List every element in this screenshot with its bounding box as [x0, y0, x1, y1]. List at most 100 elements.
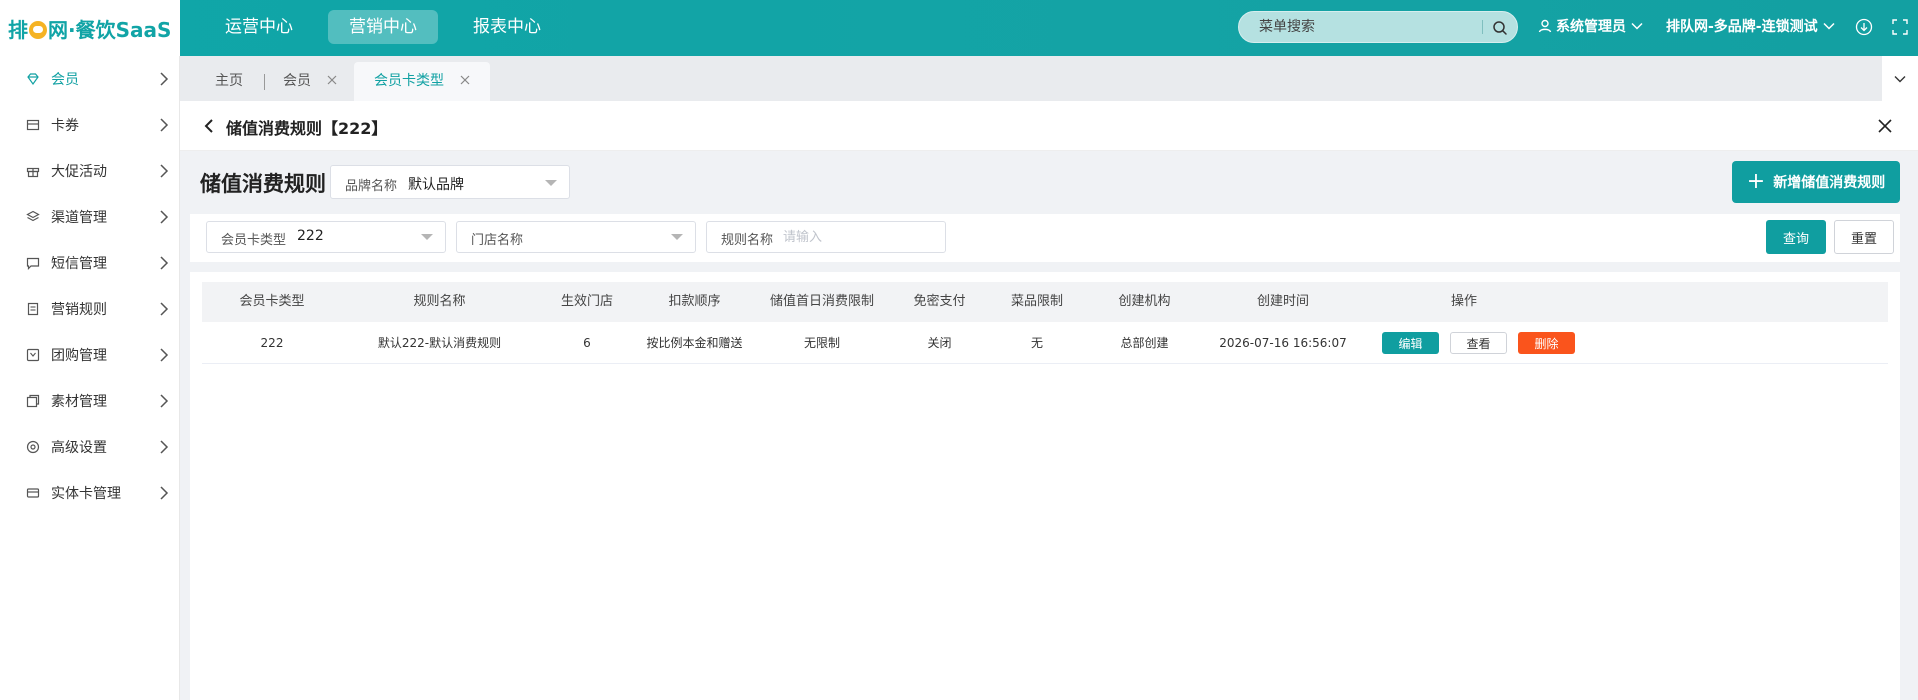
top-nav: 运营中心 营销中心 报表中心 — [204, 10, 562, 44]
tab-home[interactable]: 主页 — [215, 62, 243, 101]
search-icon[interactable] — [1492, 20, 1508, 36]
sidebar-item-advanced-settings[interactable]: 高级设置 — [0, 424, 180, 470]
user-menu[interactable]: 系统管理员 — [1538, 16, 1647, 36]
cell-rule-name: 默认222-默认消费规则 — [377, 336, 502, 350]
add-rule-label: 新增储值消费规则 — [1773, 175, 1886, 191]
user-icon — [1538, 19, 1552, 33]
org-menu[interactable]: 排队网-多品牌-连锁测试 — [1666, 16, 1835, 36]
sidebar-item-label: 团购管理 — [51, 348, 107, 364]
view-button[interactable]: 查看 — [1450, 332, 1507, 354]
sidebar-item-material[interactable]: 素材管理 — [0, 378, 180, 424]
card-type-value: 222 — [297, 228, 324, 244]
caret-down-icon — [671, 234, 683, 240]
rule-name-label: 规则名称 — [721, 233, 774, 248]
chevron-right-icon — [160, 210, 169, 224]
gift-icon — [26, 167, 40, 178]
sidebar-item-group-buy[interactable]: 团购管理 — [0, 332, 180, 378]
chevron-down-icon — [1631, 22, 1643, 30]
sidebar-item-label: 实体卡管理 — [51, 486, 121, 502]
download-icon[interactable] — [1855, 18, 1873, 36]
table-header: 会员卡类型 规则名称 生效门店 扣款顺序 储值首日消费限制 免密支付 菜品限制 … — [202, 282, 1888, 322]
query-button[interactable]: 查询 — [1766, 220, 1826, 254]
column-header: 生效门店 — [560, 294, 613, 309]
store-select[interactable]: 门店名称 — [456, 221, 696, 253]
sidebar-item-label: 高级设置 — [51, 440, 107, 456]
column-header: 菜品限制 — [1010, 294, 1063, 309]
sidebar-item-physical-card[interactable]: 实体卡管理 — [0, 470, 180, 516]
fullscreen-icon[interactable] — [1891, 18, 1909, 36]
chevron-down-icon — [1894, 75, 1906, 82]
brand-value: 默认品牌 — [408, 177, 464, 193]
menu-search — [1238, 11, 1518, 43]
cell-creator: 总部创建 — [1120, 336, 1169, 350]
tab-member-card-type[interactable]: 会员卡类型 — [354, 62, 491, 101]
cell-first-day-limit: 无限制 — [803, 336, 840, 350]
close-icon[interactable] — [460, 75, 470, 85]
close-icon[interactable] — [1878, 119, 1892, 133]
tab-bar: 主页 会员 会员卡类型 — [180, 56, 1918, 101]
chevron-right-icon — [160, 394, 169, 408]
top-nav-marketing[interactable]: 营销中心 — [328, 10, 438, 44]
user-name: 系统管理员 — [1556, 19, 1626, 35]
chevron-right-icon — [160, 256, 169, 270]
chevron-right-icon — [160, 302, 169, 316]
section-title: 储值消费规则 — [200, 172, 326, 196]
sidebar: 会员 卡券 大促活动 渠道管理 短信管理 营销规则 团购管理 素材管理 高级设置 — [0, 56, 180, 700]
sidebar-item-coupon[interactable]: 卡券 — [0, 102, 180, 148]
sidebar-item-label: 素材管理 — [51, 394, 107, 410]
chevron-right-icon — [160, 486, 169, 500]
brand-label: 品牌名称 — [345, 179, 398, 194]
sidebar-item-label: 会员 — [51, 72, 79, 88]
sidebar-item-label: 卡券 — [51, 118, 79, 134]
cell-stores: 6 — [583, 336, 591, 350]
delete-button[interactable]: 删除 — [1518, 332, 1575, 354]
sidebar-item-member[interactable]: 会员 — [0, 56, 180, 102]
chevron-right-icon — [160, 348, 169, 362]
document-icon — [27, 302, 39, 316]
column-header: 储值首日消费限制 — [769, 294, 874, 309]
tab-label: 会员卡类型 — [374, 73, 444, 89]
logo[interactable]: 排网·餐饮SaaS — [0, 0, 180, 56]
chevron-right-icon — [160, 164, 169, 178]
column-header: 创建时间 — [1256, 294, 1309, 309]
reset-button[interactable]: 重置 — [1834, 220, 1894, 254]
layers-icon — [26, 210, 40, 222]
tab-label: 会员 — [283, 73, 311, 89]
top-nav-operations[interactable]: 运营中心 — [204, 10, 314, 44]
cell-dish-limit: 无 — [1030, 336, 1043, 350]
page-title: 储值消费规则【222】 — [226, 119, 388, 138]
brand-select[interactable]: 品牌名称 默认品牌 — [330, 165, 570, 199]
coupon-icon — [26, 119, 40, 131]
search-divider — [1482, 20, 1483, 34]
tab-member[interactable]: 会员 — [283, 62, 337, 101]
sidebar-item-promotion[interactable]: 大促活动 — [0, 148, 180, 194]
add-rule-button[interactable]: + 新增储值消费规则 — [1732, 161, 1900, 203]
org-name: 排队网-多品牌-连锁测试 — [1666, 19, 1818, 35]
caret-down-icon — [421, 234, 433, 240]
sidebar-item-channel[interactable]: 渠道管理 — [0, 194, 180, 240]
card-icon — [26, 488, 40, 498]
column-header: 规则名称 — [413, 294, 466, 309]
column-header: 免密支付 — [913, 294, 966, 309]
back-arrow-icon[interactable] — [204, 119, 214, 133]
filter-panel: 会员卡类型 222 门店名称 规则名称 — [190, 214, 1900, 262]
card-type-select[interactable]: 会员卡类型 222 — [206, 221, 446, 253]
table-row: 222 默认222-默认消费规则 6 按比例本金和赠送 无限制 关闭 无 总部创… — [202, 322, 1888, 364]
page-header: 储值消费规则【222】 — [180, 101, 1918, 151]
plus-icon: + — [1746, 169, 1766, 194]
card-type-label: 会员卡类型 — [221, 233, 287, 248]
top-nav-reports[interactable]: 报表中心 — [452, 10, 562, 44]
chevron-right-icon — [160, 118, 169, 132]
cell-password-free: 关闭 — [927, 336, 952, 350]
sidebar-item-label: 大促活动 — [51, 164, 107, 180]
sidebar-item-marketing-rules[interactable]: 营销规则 — [0, 286, 180, 332]
close-icon[interactable] — [327, 75, 337, 85]
group-buy-icon — [26, 348, 40, 362]
edit-button[interactable]: 编辑 — [1382, 332, 1439, 354]
column-header: 操作 — [1450, 294, 1477, 309]
tab-dropdown-button[interactable] — [1882, 56, 1918, 101]
menu-search-input[interactable] — [1259, 12, 1479, 42]
sidebar-item-sms[interactable]: 短信管理 — [0, 240, 180, 286]
rule-name-input[interactable] — [783, 226, 933, 248]
caret-down-icon — [545, 180, 557, 186]
